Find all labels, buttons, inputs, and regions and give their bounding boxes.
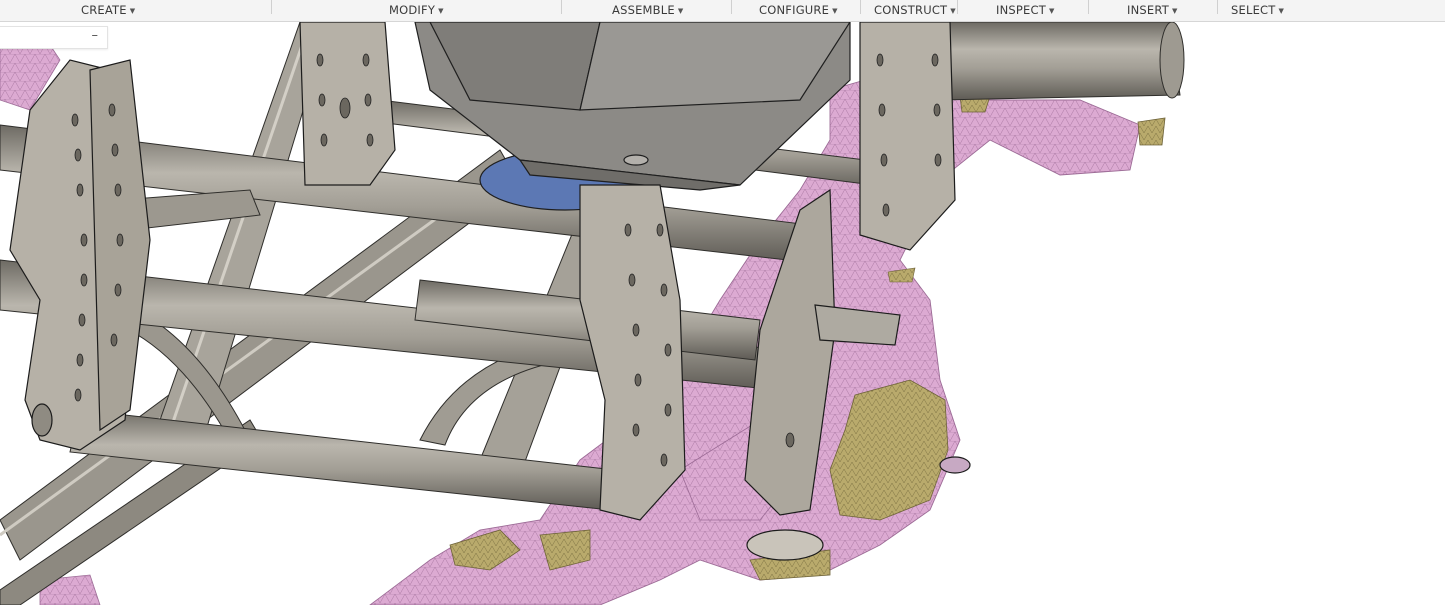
insert-menu-label: INSERT (1127, 3, 1169, 17)
chevron-down-icon: ▼ (1171, 7, 1178, 15)
modify-menu-label: MODIFY (389, 3, 436, 17)
toolbar-divider (1217, 0, 1218, 14)
select-menu-label: SELECT (1231, 3, 1276, 17)
chevron-down-icon: ▼ (832, 7, 838, 15)
assemble-menu-label: ASSEMBLE (612, 3, 675, 17)
toolbar-divider (860, 0, 861, 14)
chevron-down-icon: ▼ (129, 7, 136, 15)
inspect-menu-label: INSPECT (996, 3, 1046, 17)
toolbar-divider (561, 0, 562, 14)
assemble-menu[interactable]: ASSEMBLE ▼ (612, 0, 683, 21)
toolbar-divider (271, 0, 272, 14)
construct-menu-label: CONSTRUCT (874, 3, 948, 17)
toolbar-divider (1088, 0, 1089, 14)
chevron-down-icon: ▼ (677, 7, 684, 15)
chevron-down-icon: ▼ (1278, 7, 1285, 15)
minimize-icon[interactable]: – (92, 28, 99, 43)
chevron-down-icon: ▼ (950, 7, 956, 15)
model-render[interactable] (0, 22, 1445, 605)
configure-menu[interactable]: CONFIGURE ▼ (759, 0, 838, 21)
modify-menu[interactable]: MODIFY ▼ (389, 0, 444, 21)
toolbar: CREATE ▼ MODIFY ▼ ASSEMBLE ▼ CONFIGURE ▼ CON… (0, 0, 1445, 22)
chevron-down-icon: ▼ (438, 7, 444, 15)
toolbar-divider (957, 0, 958, 14)
construct-menu[interactable]: CONSTRUCT ▼ (874, 0, 956, 21)
inspect-menu[interactable]: INSPECT ▼ (996, 0, 1055, 21)
chevron-down-icon: ▼ (1048, 7, 1055, 15)
differential-housing (414, 22, 851, 211)
toolbar-divider (731, 0, 732, 14)
3d-viewport[interactable] (0, 22, 1445, 605)
configure-menu-label: CONFIGURE (759, 3, 830, 17)
select-menu[interactable]: SELECT ▼ (1231, 0, 1284, 21)
create-menu[interactable]: CREATE ▼ (81, 0, 135, 21)
create-menu-label: CREATE (81, 3, 127, 17)
insert-menu[interactable]: INSERT ▼ (1127, 0, 1178, 21)
browser-panel-collapsed[interactable]: – (0, 26, 108, 49)
